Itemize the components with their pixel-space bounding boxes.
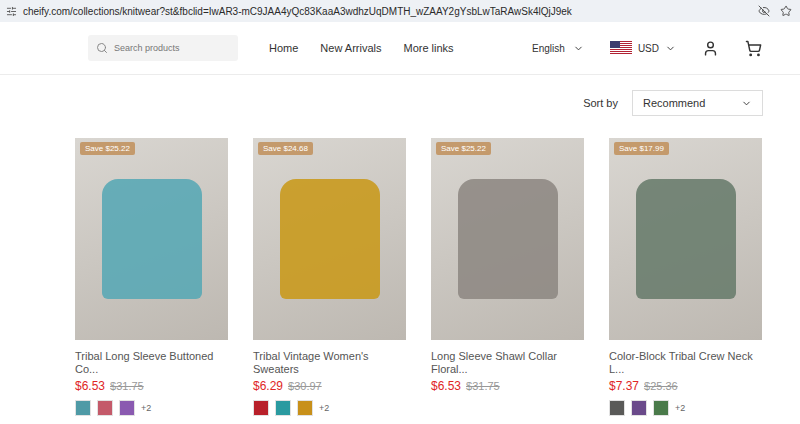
search-icon	[96, 42, 108, 54]
site-settings-icon[interactable]	[6, 6, 17, 17]
color-swatch[interactable]	[653, 400, 669, 416]
product-title[interactable]: Color-Block Tribal Crew Neck L...	[609, 350, 762, 376]
browser-actions	[758, 5, 792, 17]
cart-icon	[745, 40, 762, 57]
product-card[interactable]: Save $25.22 Long Sleeve Shawl Collar Flor…	[431, 138, 584, 416]
cart-button[interactable]	[745, 40, 762, 57]
save-badge: Save $25.22	[80, 142, 135, 155]
price-row: $6.53 $31.75	[431, 379, 584, 393]
more-swatches[interactable]: +2	[319, 403, 329, 413]
swatch-row	[431, 400, 584, 416]
site-header: Search products Home New Arrivals More link…	[0, 22, 800, 75]
product-title[interactable]: Tribal Vintage Women's Sweaters	[253, 350, 406, 376]
product-image[interactable]: Save $17.99	[609, 138, 762, 340]
garment-shape	[636, 179, 736, 299]
star-icon[interactable]	[780, 5, 792, 17]
chevron-down-icon	[573, 43, 584, 54]
user-icon	[702, 40, 719, 57]
original-price: $31.75	[466, 380, 500, 392]
main-nav: Home New Arrivals More links	[269, 42, 454, 54]
color-swatch[interactable]	[275, 400, 291, 416]
url-text[interactable]: cheify.com/collections/knitwear?st&fbcli…	[23, 6, 752, 17]
nav-link[interactable]: More links	[403, 42, 453, 54]
nav-link[interactable]: Home	[269, 42, 298, 54]
sale-price: $7.37	[609, 379, 639, 393]
sale-price: $6.29	[253, 379, 283, 393]
page: cheify.com/collections/knitwear?st&fbcli…	[0, 0, 800, 424]
search-box[interactable]: Search products	[88, 35, 238, 61]
browser-address-bar[interactable]: cheify.com/collections/knitwear?st&fbcli…	[0, 0, 800, 22]
price-row: $6.53 $31.75	[75, 379, 228, 393]
chevron-down-icon	[741, 98, 752, 109]
color-swatch[interactable]	[631, 400, 647, 416]
product-title[interactable]: Long Sleeve Shawl Collar Floral...	[431, 350, 584, 376]
garment-shape	[102, 179, 202, 299]
eye-off-icon[interactable]	[758, 5, 770, 17]
currency-picker[interactable]: USD	[610, 41, 676, 55]
product-card[interactable]: Save $17.99 Color-Block Tribal Crew Neck …	[609, 138, 762, 416]
product-grid: Save $25.22 Tribal Long Sleeve Buttoned C…	[75, 138, 763, 416]
search-placeholder: Search products	[114, 43, 180, 53]
color-swatch[interactable]	[75, 400, 91, 416]
collection: Sort by Recommend Save $25.22 Tribal Long S…	[0, 75, 800, 416]
product-image[interactable]: Save $24.68	[253, 138, 406, 340]
product-image[interactable]: Save $25.22	[431, 138, 584, 340]
product-card[interactable]: Save $25.22 Tribal Long Sleeve Buttoned C…	[75, 138, 228, 416]
nav-link[interactable]: New Arrivals	[320, 42, 381, 54]
price-row: $7.37 $25.36	[609, 379, 762, 393]
swatch-row: +2	[253, 400, 406, 416]
header-tools: English USD	[532, 40, 762, 57]
color-swatch[interactable]	[97, 400, 113, 416]
sort-select[interactable]: Recommend	[632, 90, 763, 116]
more-swatches[interactable]: +2	[675, 403, 685, 413]
color-swatch[interactable]	[119, 400, 135, 416]
sort-label: Sort by	[583, 97, 618, 109]
save-badge: Save $24.68	[258, 142, 313, 155]
save-badge: Save $17.99	[614, 142, 669, 155]
original-price: $30.97	[288, 380, 322, 392]
original-price: $25.36	[644, 380, 678, 392]
swatch-row: +2	[609, 400, 762, 416]
color-swatch[interactable]	[609, 400, 625, 416]
original-price: $31.75	[110, 380, 144, 392]
sale-price: $6.53	[431, 379, 461, 393]
product-image[interactable]: Save $25.22	[75, 138, 228, 340]
garment-shape	[458, 179, 558, 299]
us-flag-icon	[610, 41, 632, 55]
product-card[interactable]: Save $24.68 Tribal Vintage Women's Sweate…	[253, 138, 406, 416]
color-swatch[interactable]	[253, 400, 269, 416]
account-button[interactable]	[702, 40, 719, 57]
chevron-down-icon	[665, 43, 676, 54]
save-badge: Save $25.22	[436, 142, 491, 155]
product-title[interactable]: Tribal Long Sleeve Buttoned Co...	[75, 350, 228, 376]
more-swatches[interactable]: +2	[141, 403, 151, 413]
color-swatch[interactable]	[297, 400, 313, 416]
sale-price: $6.53	[75, 379, 105, 393]
swatch-row: +2	[75, 400, 228, 416]
garment-shape	[280, 179, 380, 299]
price-row: $6.29 $30.97	[253, 379, 406, 393]
sort-row: Sort by Recommend	[75, 90, 763, 116]
language-picker[interactable]: English	[532, 43, 584, 54]
